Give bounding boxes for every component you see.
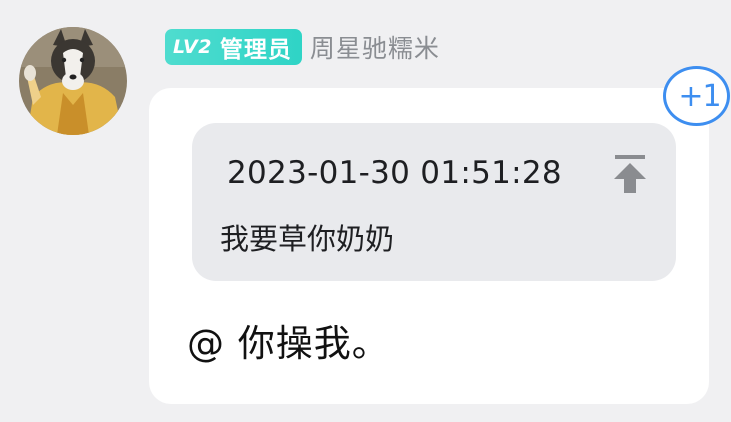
husky-dog-avatar-icon [19, 27, 127, 135]
plus-one-reaction-button[interactable]: +1 [663, 66, 730, 126]
avatar[interactable] [19, 27, 127, 135]
message-bubble[interactable]: 2023-01-30 01:51:28 我要草你奶奶 @ 你操我。 [149, 88, 709, 404]
level-role-badge: LV2 管理员 [165, 29, 302, 65]
quote-text: 我要草你奶奶 [220, 222, 395, 256]
arrow-to-top-icon[interactable] [610, 153, 650, 195]
message-text: @ 你操我。 [187, 322, 390, 365]
quote-timestamp: 2023-01-30 01:51:28 [227, 155, 562, 191]
level-badge: LV2 [173, 36, 212, 58]
role-badge: 管理员 [219, 37, 292, 63]
user-header: LV2 管理员 周星驰糯米 [165, 29, 440, 65]
quoted-message[interactable]: 2023-01-30 01:51:28 我要草你奶奶 [192, 123, 676, 281]
username[interactable]: 周星驰糯米 [310, 29, 440, 65]
